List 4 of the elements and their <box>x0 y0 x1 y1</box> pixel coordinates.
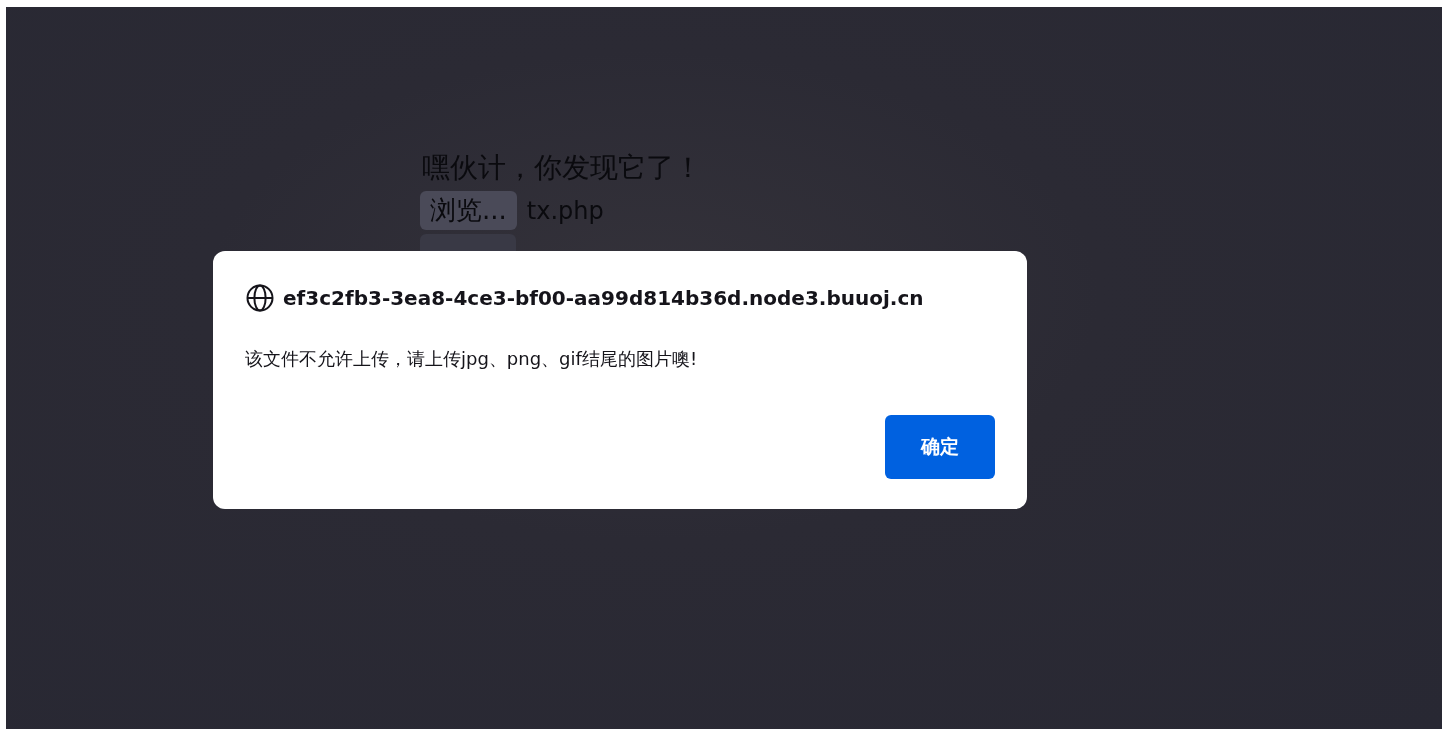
dialog-message: 该文件不允许上传，请上传jpg、png、gif结尾的图片噢! <box>245 347 699 371</box>
dialog-title: ef3c2fb3-3ea8-4ce3-bf00-aa99d814b36d.node3.buuoj.cn <box>283 286 924 310</box>
ok-button[interactable]: 确定 <box>885 415 995 479</box>
globe-icon <box>245 283 275 313</box>
